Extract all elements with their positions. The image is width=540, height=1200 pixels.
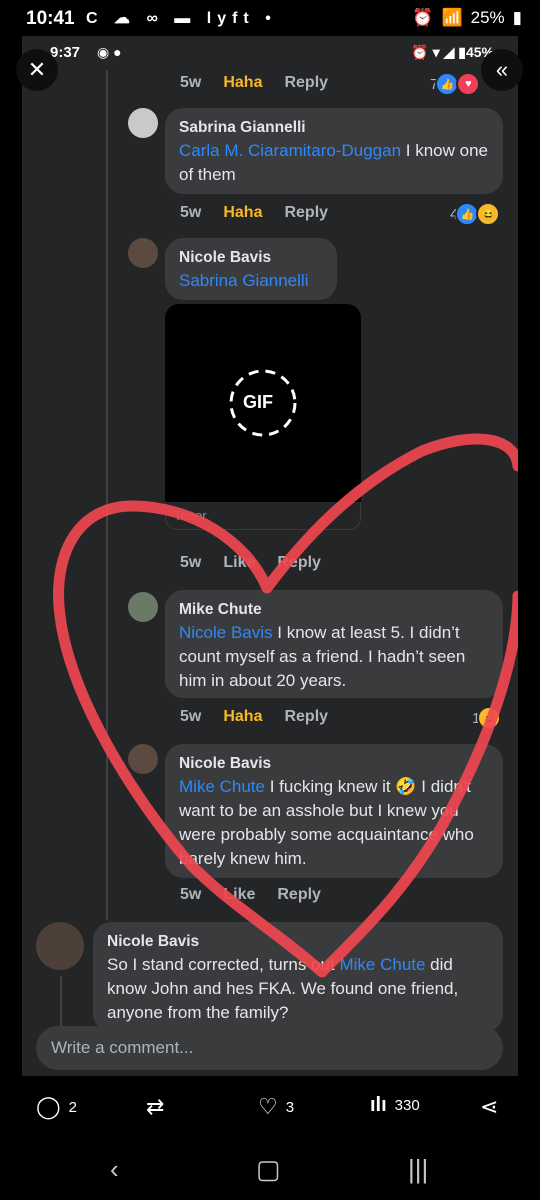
reply-button[interactable]: Reply: [284, 708, 328, 725]
avatar[interactable]: [128, 592, 158, 622]
heart-icon: ♡: [258, 1094, 278, 1119]
repost-icon: ⇄: [146, 1094, 165, 1119]
haha-icon: 😆: [476, 202, 501, 226]
avatar[interactable]: [128, 744, 158, 774]
comment-bubble: Nicole Bavis Sabrina Giannelli: [165, 238, 337, 300]
comment-author[interactable]: Nicole Bavis: [179, 247, 323, 269]
system-icons: ⏰ 📶 25% ▮: [412, 8, 522, 28]
outer-status-bar: 10:41 C ☁ ∞ ▬ lyft • ⏰ 📶 25% ▮: [0, 0, 540, 36]
comment-bubble: Sabrina Giannelli Carla M. Ciaramitaro-D…: [165, 108, 503, 194]
comment-time: 5w: [180, 204, 202, 221]
inner-status-bar: 9:37 ◉ ● ⏰ ▾ ◢ ▮45%: [22, 36, 518, 70]
comment-meta: 5w Haha Reply: [180, 708, 350, 726]
mention-link[interactable]: Mike Chute: [339, 955, 425, 974]
views-action[interactable]: ılı 330: [370, 1094, 420, 1117]
post-action-bar: ◯ 2 ⇄ ♡ 3 ılı 330 ⋖: [0, 1084, 540, 1130]
notification-icons: C ☁ ∞ ▬ lyft •: [86, 10, 277, 27]
repost-action[interactable]: ⇄: [146, 1094, 164, 1120]
mention-link[interactable]: Carla M. Ciaramitaro-Duggan: [179, 141, 401, 160]
comment-meta: 5w Like Reply: [180, 554, 343, 572]
battery-level: 25%: [470, 8, 505, 27]
like-button[interactable]: Like: [223, 886, 255, 903]
mention-link[interactable]: Mike Chute: [179, 777, 265, 796]
avatar[interactable]: [128, 238, 158, 268]
messenger-icon: ◉ ●: [97, 44, 122, 60]
haha-reaction-button[interactable]: Haha: [223, 708, 262, 725]
comment-time: 5w: [180, 554, 202, 571]
recents-icon[interactable]: |||: [408, 1154, 428, 1185]
comment-author[interactable]: Nicole Bavis: [107, 931, 489, 953]
avatar[interactable]: [36, 922, 84, 970]
gif-label: GIF: [243, 392, 273, 412]
like-count: 3: [285, 1098, 295, 1116]
reply-count: 2: [68, 1098, 77, 1116]
reply-action[interactable]: ◯ 2: [36, 1094, 77, 1120]
system-nav-bar: ‹ ▢ |||: [0, 1140, 540, 1200]
mention-link[interactable]: Sabrina Giannelli: [179, 271, 308, 290]
like-button[interactable]: Like: [223, 554, 255, 571]
outer-time: 10:41: [26, 8, 75, 29]
comment-bubble: Mike Chute Nicole Bavis I know at least …: [165, 590, 503, 698]
comment-text: So I stand corrected, turns out: [107, 955, 340, 974]
reply-button[interactable]: Reply: [284, 204, 328, 221]
wifi-icon: 📶: [441, 8, 463, 27]
haha-reaction-button[interactable]: Haha: [223, 204, 262, 221]
close-button[interactable]: ✕: [16, 49, 58, 91]
comment-meta: 5w Haha Reply: [180, 204, 350, 222]
view-count: 330: [394, 1097, 420, 1114]
comment-bubble: Nicole Bavis Mike Chute I fucking knew i…: [165, 744, 503, 878]
love-icon: ♥: [456, 72, 481, 96]
reaction-count[interactable]: 1 😆: [472, 706, 502, 730]
haha-reaction-button[interactable]: Haha: [223, 74, 262, 91]
comment-time: 5w: [180, 74, 202, 91]
alarm-icon: ⏰: [412, 8, 434, 27]
avatar[interactable]: [128, 108, 158, 138]
reply-button[interactable]: Reply: [284, 74, 328, 91]
reaction-count[interactable]: 4 👍 😆: [450, 202, 501, 226]
comment-author[interactable]: Mike Chute: [179, 599, 489, 621]
reply-button[interactable]: Reply: [277, 886, 321, 903]
comment-time: 5w: [180, 886, 202, 903]
thread-line: [60, 976, 62, 1026]
gif-source: Tenor: [165, 502, 361, 530]
reaction-count[interactable]: 7 👍 ♥: [430, 72, 481, 96]
gif-attachment[interactable]: GIF: [165, 304, 361, 502]
thread-line: [106, 70, 108, 920]
mention-link[interactable]: Nicole Bavis: [179, 623, 273, 642]
comment-meta: 5w Like Reply: [180, 886, 343, 904]
share-action[interactable]: ⋖: [480, 1094, 498, 1120]
home-icon[interactable]: ▢: [256, 1154, 281, 1185]
comment-meta: 5w Haha Reply: [180, 74, 350, 92]
reply-button[interactable]: Reply: [277, 554, 321, 571]
collapse-button[interactable]: «: [481, 49, 523, 91]
back-icon[interactable]: ‹: [110, 1154, 119, 1185]
comment-author[interactable]: Sabrina Giannelli: [179, 117, 489, 139]
share-icon: ⋖: [480, 1094, 499, 1119]
comment-time: 5w: [180, 708, 202, 725]
comment-author[interactable]: Nicole Bavis: [179, 753, 489, 775]
like-action[interactable]: ♡ 3: [258, 1094, 294, 1120]
embedded-screenshot: 9:37 ◉ ● ⏰ ▾ ◢ ▮45% 5w Haha Reply 7 👍 ♥ Sa…: [22, 36, 518, 1076]
comment-bubble: Nicole Bavis So I stand corrected, turns…: [93, 922, 503, 1032]
reply-icon: ◯: [36, 1094, 61, 1119]
write-comment-input[interactable]: Write a comment...: [36, 1026, 503, 1070]
battery-icon: ▮: [512, 8, 522, 27]
haha-icon: 😆: [477, 706, 502, 730]
inner-battery: ⏰ ▾ ◢ ▮45%: [411, 44, 494, 60]
views-icon: ılı: [370, 1094, 387, 1116]
